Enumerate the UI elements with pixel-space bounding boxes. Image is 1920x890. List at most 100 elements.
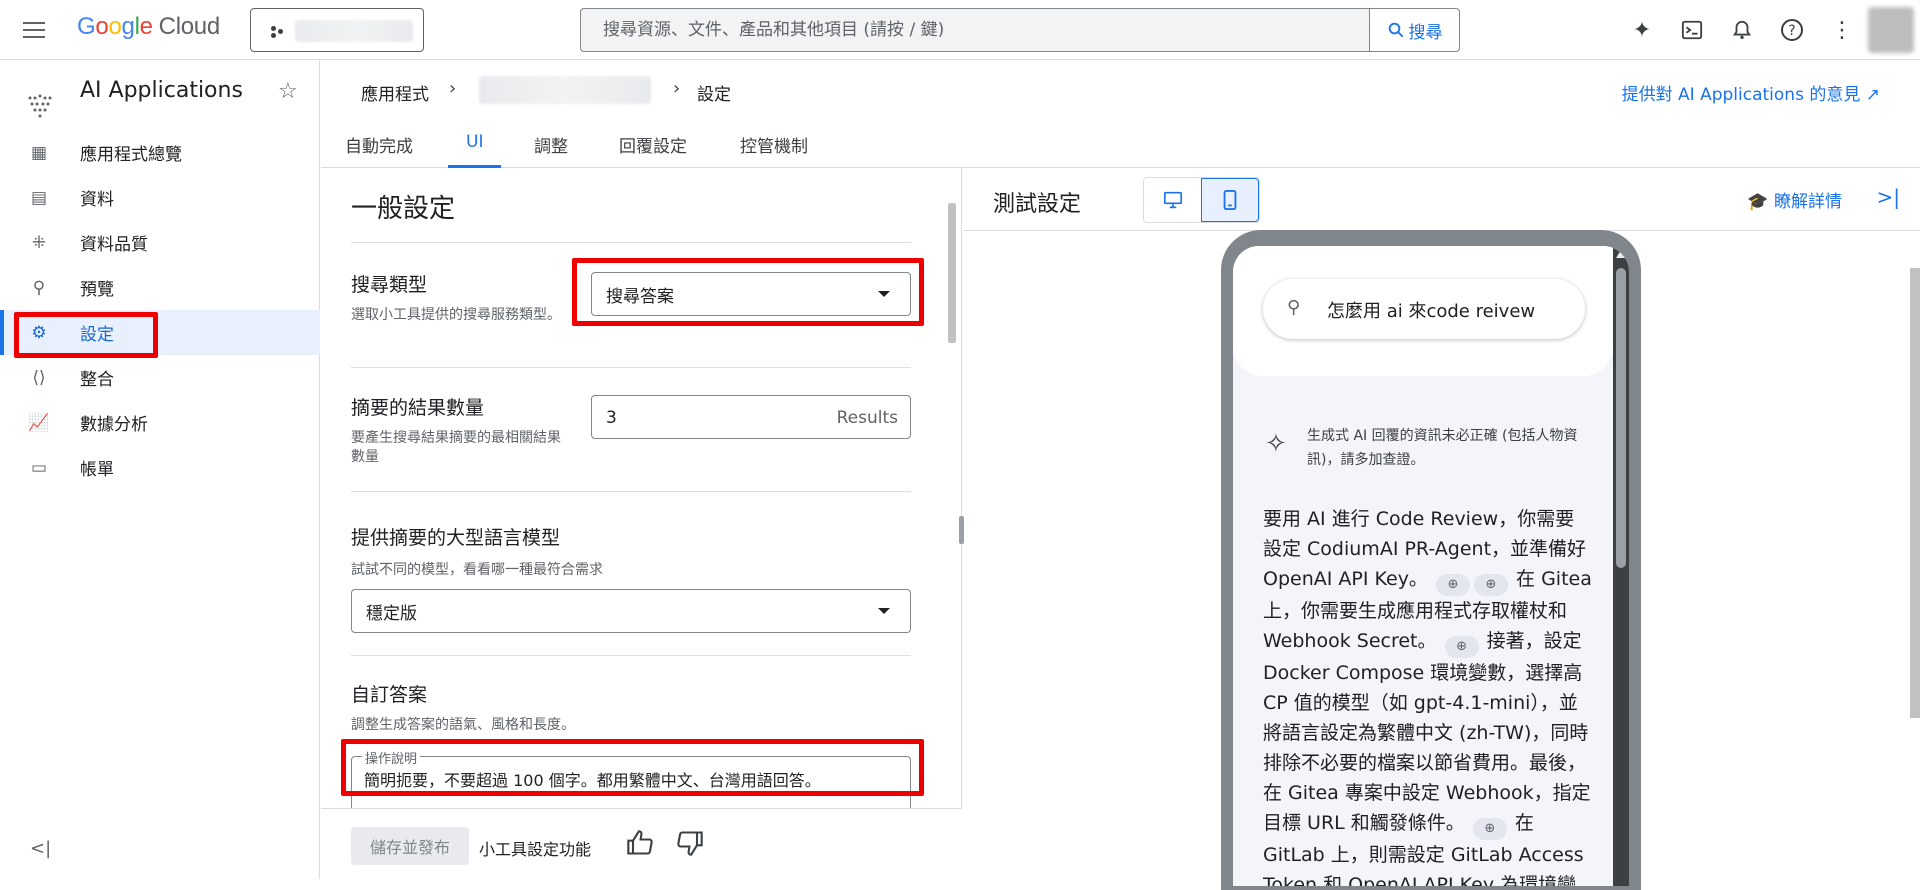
global-search: 搜尋 <box>580 8 1460 52</box>
sidebar-item-label: 設定 <box>80 325 114 345</box>
ai-sparkle-icon: ✧ <box>1265 429 1287 459</box>
sidebar-item-label: 整合 <box>80 370 114 390</box>
answer-sentence: 接著，設定 Docker Compose 環境變數，選擇高 CP 值的模型（如 … <box>1263 630 1591 834</box>
widget-feedback-text: 小工具設定功能 <box>479 840 592 859</box>
resize-handle[interactable] <box>959 516 964 544</box>
search-type-select[interactable]: 搜尋答案 <box>591 272 911 316</box>
globe-citation-icon[interactable]: ⊕ <box>1435 574 1470 596</box>
sidebar-item-integration[interactable]: ⟨⟩ 整合 <box>0 355 320 400</box>
scrollbar[interactable] <box>948 203 956 343</box>
sidebar-item-preview[interactable]: ⚲ 預覽 <box>0 265 320 310</box>
preview-search-box[interactable]: ⚲ 怎麼用 ai 來code reivew <box>1263 279 1585 339</box>
cloud-shell-icon[interactable] <box>1676 14 1708 46</box>
sidebar-item-data[interactable]: ▤ 資料 <box>0 175 320 220</box>
breadcrumb-current: 設定 <box>697 85 731 105</box>
sidebar-item-data-quality[interactable]: ⁜ 資料品質 <box>0 220 320 265</box>
summary-count-unit: Results <box>836 408 898 428</box>
breadcrumb-apps[interactable]: 應用程式 <box>361 80 429 105</box>
tab-tuning[interactable]: 調整 <box>534 132 568 168</box>
sidebar-item-settings[interactable]: ⚙ 設定 <box>0 310 320 355</box>
summary-count-help: 要產生搜尋結果摘要的最相關結果數量 <box>351 430 561 465</box>
avatar[interactable] <box>1868 7 1914 53</box>
notifications-bell-icon[interactable] <box>1726 14 1758 46</box>
thumbs-down-icon[interactable] <box>676 829 704 863</box>
dashboard-icon: ▦ <box>30 143 48 163</box>
search-type-label: 搜尋類型 <box>351 274 428 296</box>
sidebar-item-label: 預覽 <box>80 280 114 300</box>
project-icon <box>271 26 285 38</box>
section-title: 一般設定 <box>351 194 456 224</box>
google-cloud-logo[interactable]: Google Cloud <box>77 13 220 41</box>
settings-tabs: 自動完成 UI 調整 回覆設定 控管機制 <box>321 122 1920 168</box>
feedback-link[interactable]: 提供對 AI Applications 的意見 ↗ <box>1622 80 1880 105</box>
divider <box>351 491 911 492</box>
pin-star-icon[interactable]: ☆ <box>278 79 298 104</box>
scrollbar[interactable] <box>1910 268 1920 718</box>
thumbs-up-icon[interactable] <box>626 829 654 863</box>
phone-scrollbar-thumb[interactable] <box>1616 268 1626 568</box>
top-bar: GoogleCloud 搜尋 ✦ ? ⋮ <box>0 0 1920 60</box>
search-button[interactable]: 搜尋 <box>1369 9 1459 51</box>
sidebar-item-overview[interactable]: ▦ 應用程式總覽 <box>0 130 320 175</box>
collapse-icon[interactable]: <| <box>30 838 51 859</box>
sidebar-item-label: 數據分析 <box>80 415 148 435</box>
chevron-right-icon: › <box>673 78 681 99</box>
product-name: AI Applications <box>80 78 243 103</box>
ai-disclaimer-text: 生成式 AI 回覆的資訊未必正確 (包括人物資訊)，請多加查證。 <box>1307 428 1578 468</box>
custom-answer-help: 調整生成答案的語氣、風格和長度。 <box>351 717 575 733</box>
dropdown-caret-icon <box>878 291 890 297</box>
globe-citation-icon[interactable]: ⊕ <box>1473 574 1508 596</box>
help-icon[interactable]: ? <box>1776 14 1808 46</box>
project-name-redacted <box>295 20 413 42</box>
instructions-textarea[interactable]: 操作說明 簡明扼要，不要超過 100 個字。都用繁體中文、台灣用語回答。 <box>351 748 911 816</box>
tab-controls[interactable]: 控管機制 <box>740 132 808 168</box>
settings-footer: 儲存並發布 小工具設定功能 <box>321 808 962 879</box>
phone-preview: ⚲ 怎麼用 ai 來code reivew ✧ 生成式 AI 回覆的資訊未必正確… <box>1221 230 1641 890</box>
analytics-icon: 📈 <box>28 413 50 433</box>
gear-icon: ⚙ <box>31 323 47 343</box>
scroll-up-arrow-icon[interactable] <box>1616 250 1626 258</box>
sidebar: AI Applications ☆ ▦ 應用程式總覽 ▤ 資料 ⁜ 資料品質 ⚲ 預覽 … <box>0 60 320 879</box>
ai-applications-logo-icon <box>24 76 56 136</box>
project-picker[interactable] <box>250 8 424 52</box>
close-panel-icon[interactable]: >| <box>1877 185 1901 209</box>
test-settings-panel: 測試設定 🎓 瞭解詳情 >| ⚲ 怎麼用 ai 來code reivew ✧ 生… <box>959 168 1920 890</box>
search-input[interactable] <box>581 9 1371 51</box>
tab-ui[interactable]: UI <box>447 132 503 168</box>
desktop-icon[interactable] <box>1144 178 1201 222</box>
gemini-sparkle-icon[interactable]: ✦ <box>1626 14 1658 46</box>
globe-citation-icon[interactable]: ⊕ <box>1444 636 1479 658</box>
breadcrumb: 應用程式 › › 設定 提供對 AI Applications 的意見 ↗ <box>321 60 1920 122</box>
learn-more-link[interactable]: 🎓 瞭解詳情 <box>1747 187 1842 212</box>
search-type-value: 搜尋答案 <box>606 286 674 307</box>
phone-scrollbar[interactable] <box>1613 246 1629 886</box>
more-vert-icon[interactable]: ⋮ <box>1826 14 1858 46</box>
llm-label: 提供摘要的大型語言模型 <box>351 527 561 549</box>
search-type-help: 選取小工具提供的搜尋服務類型。 <box>351 307 561 323</box>
preview-query: 怎麼用 ai 來code reivew <box>1327 301 1536 322</box>
main-menu-icon[interactable] <box>20 17 48 43</box>
mobile-icon[interactable] <box>1201 178 1259 222</box>
tab-response-settings[interactable]: 回覆設定 <box>619 132 687 168</box>
sidebar-item-analytics[interactable]: 📈 數據分析 <box>0 400 320 445</box>
tab-autocomplete[interactable]: 自動完成 <box>345 132 413 168</box>
llm-select[interactable]: 穩定版 <box>351 589 911 633</box>
custom-answer-label: 自訂答案 <box>351 684 428 706</box>
phone-header: ⚲ 怎麼用 ai 來code reivew <box>1233 246 1613 376</box>
phone-screen: ⚲ 怎麼用 ai 來code reivew ✧ 生成式 AI 回覆的資訊未必正確… <box>1233 246 1629 886</box>
school-icon: 🎓 <box>1747 192 1769 212</box>
svg-text:?: ? <box>1788 23 1795 39</box>
sidebar-item-billing[interactable]: ▭ 帳單 <box>0 445 320 490</box>
summary-count-input[interactable]: 3 Results <box>591 395 911 439</box>
globe-citation-icon[interactable]: ⊕ <box>1472 818 1507 840</box>
sidebar-item-label: 資料品質 <box>80 235 148 255</box>
data-quality-icon: ⁜ <box>31 233 47 253</box>
instructions-field-label: 操作說明 <box>362 748 421 767</box>
app-name-redacted[interactable] <box>479 76 651 104</box>
save-and-publish-button[interactable]: 儲存並發布 <box>351 827 469 865</box>
instructions-value: 簡明扼要，不要超過 100 個字。都用繁體中文、台灣用語回答。 <box>364 771 821 790</box>
sidebar-nav: ▦ 應用程式總覽 ▤ 資料 ⁜ 資料品質 ⚲ 預覽 ⚙ 設定 ⟨⟩ 整合 📈 數據分析 ▭ 帳單 <box>0 130 320 490</box>
sidebar-item-label: 資料 <box>80 190 114 210</box>
ai-disclaimer: ✧ 生成式 AI 回覆的資訊未必正確 (包括人物資訊)，請多加查證。 <box>1263 424 1593 472</box>
sidebar-item-label: 帳單 <box>80 460 114 480</box>
